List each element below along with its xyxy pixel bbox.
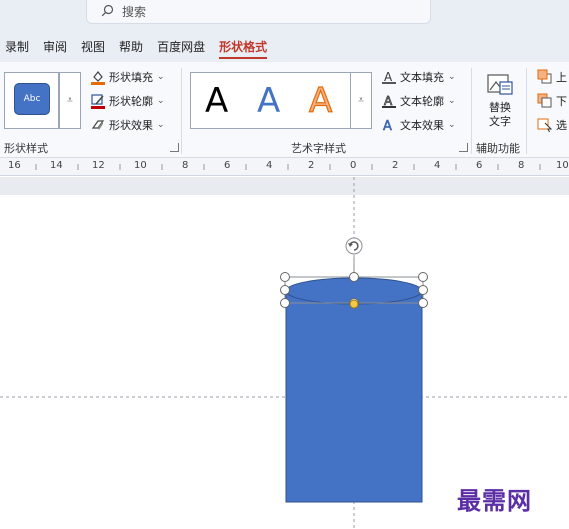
chevron-down-icon: ⌄ — [448, 72, 456, 82]
wordart-more-button[interactable]: ⩡ — [350, 72, 372, 129]
shape-fill-button[interactable]: 形状填充 ⌄ — [90, 69, 165, 85]
ruler-label: 10 — [134, 160, 147, 171]
group-divider — [181, 68, 182, 154]
ruler-ticks — [35, 164, 541, 170]
ruler-label: 6 — [224, 160, 231, 171]
ruler-label: 12 — [92, 160, 105, 171]
chevron-down-icon: ⌄ — [448, 96, 456, 106]
selection-pane-button[interactable]: 选 — [537, 117, 567, 133]
accessibility-group-label: 辅助功能 — [476, 142, 520, 155]
alt-text-icon — [486, 72, 514, 101]
slide[interactable] — [0, 195, 569, 529]
shape-style-swatch[interactable]: Abc — [14, 83, 50, 115]
search-label: 搜索 — [122, 5, 147, 19]
ruler-label: 2 — [308, 160, 315, 171]
ruler-label: 16 — [8, 160, 21, 171]
text-fill-button[interactable]: A 文本填充 ⌄ — [381, 69, 456, 85]
text-outline-icon: A — [381, 93, 397, 109]
bring-forward-button[interactable]: 上 — [537, 69, 567, 85]
ruler-label: 10 — [556, 160, 569, 171]
chevron-down-icon: ⌄ — [448, 120, 456, 130]
wordart-style-blue[interactable]: A — [257, 81, 280, 121]
chevron-down-icon: ⌄ — [157, 120, 165, 130]
svg-text:A: A — [384, 94, 393, 108]
shape-styles-dialog-launcher[interactable] — [170, 143, 179, 152]
ruler-label: 4 — [434, 160, 441, 171]
tab-review[interactable]: 审阅 — [36, 30, 74, 62]
wordart-styles-group-label: 艺术字样式 — [291, 142, 346, 155]
text-fill-icon: A — [381, 69, 397, 85]
send-backward-button[interactable]: 下 — [537, 93, 567, 109]
ruler-label: 0 — [350, 160, 357, 171]
tab-shape-format[interactable]: 形状格式 — [212, 30, 274, 62]
wordart-style-gallery[interactable]: A A A — [190, 72, 372, 129]
ribbon-tab-bar: 录制 审阅 视图 帮助 百度网盘 形状格式 — [0, 30, 569, 62]
search-icon — [101, 4, 114, 20]
group-divider — [526, 68, 527, 154]
tab-baidu-netdisk[interactable]: 百度网盘 — [150, 30, 212, 62]
selection-pane-icon — [537, 117, 553, 133]
ruler-label: 4 — [266, 160, 273, 171]
slide-editing-area — [0, 177, 569, 529]
chevron-down-icon: ⩡ — [67, 95, 73, 106]
ruler-label: 8 — [182, 160, 189, 171]
tab-help[interactable]: 帮助 — [112, 30, 150, 62]
alt-text-button[interactable]: 替换文字 — [480, 72, 520, 129]
horizontal-ruler[interactable]: 16 14 12 10 8 6 4 2 0 2 4 6 8 10 — [0, 158, 569, 176]
group-divider — [471, 68, 472, 154]
bring-forward-icon — [537, 69, 553, 85]
paint-bucket-icon — [90, 69, 106, 85]
shape-effects-icon — [90, 117, 106, 133]
send-backward-icon — [537, 93, 553, 109]
chevron-down-icon: ⌄ — [157, 96, 165, 106]
wordart-styles-dialog-launcher[interactable] — [459, 143, 468, 152]
ruler-label: 6 — [476, 160, 483, 171]
shape-style-more-button[interactable]: ⩡ — [59, 72, 81, 129]
svg-text:A: A — [383, 119, 392, 133]
shape-outline-button[interactable]: 形状轮廓 ⌄ — [90, 93, 165, 109]
shape-style-gallery[interactable]: Abc — [4, 72, 59, 129]
ribbon: Abc ⩡ 形状填充 ⌄ 形状轮廓 ⌄ 形状效果 ⌄ 形状样式 A A A ⩡ A 文 — [0, 62, 569, 158]
text-effects-button[interactable]: A 文本效果 ⌄ — [381, 117, 456, 133]
wordart-style-orange-outline[interactable]: A — [308, 80, 332, 121]
ruler-label: 8 — [518, 160, 525, 171]
wordart-style-black[interactable]: A — [205, 81, 228, 121]
text-outline-button[interactable]: A 文本轮廓 ⌄ — [381, 93, 456, 109]
shape-effects-button[interactable]: 形状效果 ⌄ — [90, 117, 165, 133]
shape-styles-group-label: 形状样式 — [4, 142, 48, 155]
ruler-label: 14 — [50, 160, 63, 171]
search-box[interactable]: 搜索 — [86, 0, 431, 24]
ruler-label: 2 — [392, 160, 399, 171]
watermark-logo: 最需网 — [457, 486, 532, 515]
tab-view[interactable]: 视图 — [74, 30, 112, 62]
text-effects-icon: A — [381, 117, 397, 133]
title-bar: 搜索 — [0, 0, 569, 30]
tab-record[interactable]: 录制 — [0, 30, 36, 62]
svg-text:A: A — [384, 70, 393, 84]
pen-outline-icon — [90, 93, 106, 109]
chevron-down-icon: ⌄ — [157, 72, 165, 82]
chevron-down-icon: ⩡ — [358, 95, 364, 106]
